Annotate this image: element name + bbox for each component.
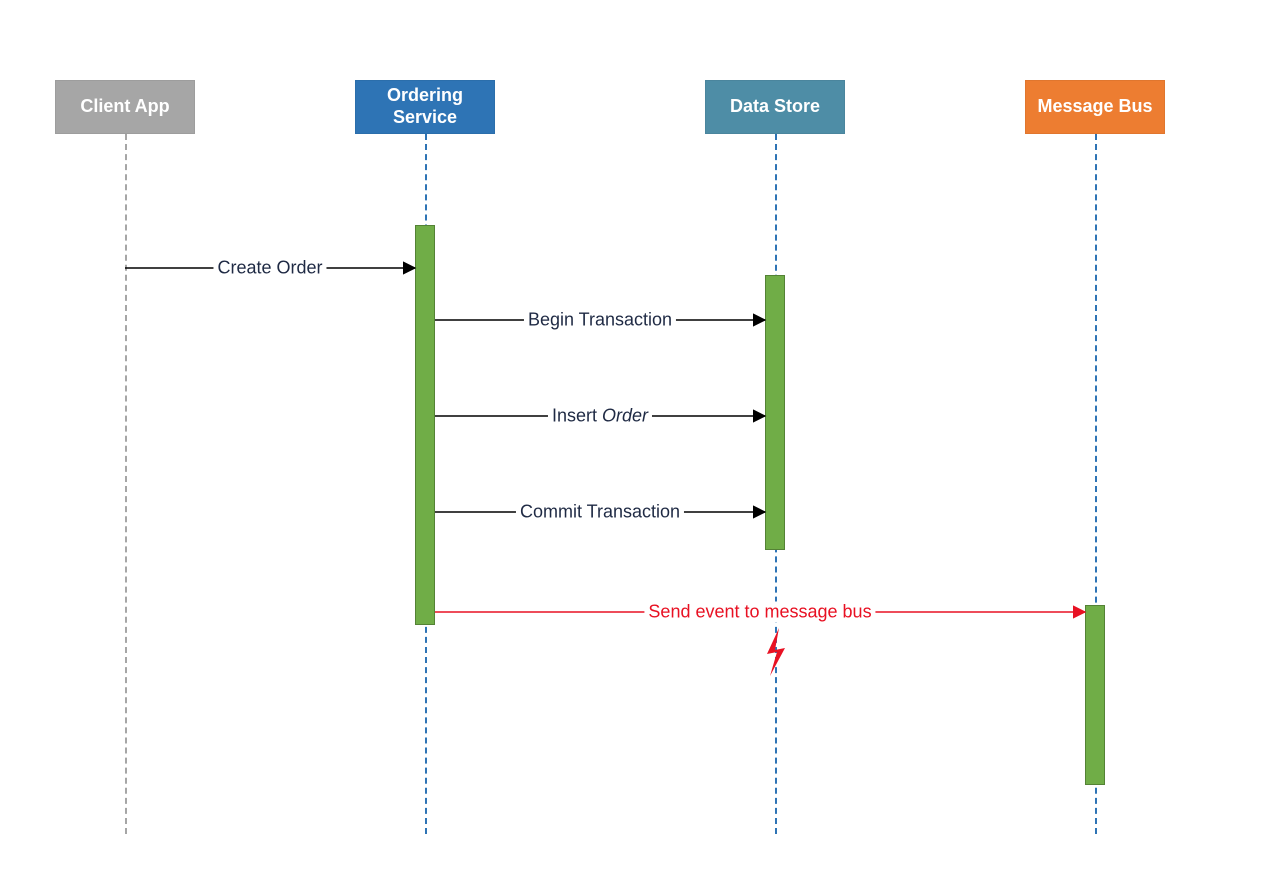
message-text: Commit Transaction (520, 502, 680, 522)
message-text: Send event to message bus (648, 602, 871, 622)
message-text: Create Order (217, 258, 322, 278)
activation-store (765, 275, 785, 550)
message-text-italic: Order (602, 406, 648, 426)
participant-message-bus: Message Bus (1025, 80, 1165, 134)
participant-ordering-service: Ordering Service (355, 80, 495, 134)
message-text: Insert (552, 406, 602, 426)
participant-data-store: Data Store (705, 80, 845, 134)
activation-bus (1085, 605, 1105, 785)
participant-label: Message Bus (1037, 96, 1152, 118)
participant-label: Ordering Service (362, 85, 488, 128)
label-begin-transaction: Begin Transaction (524, 310, 676, 331)
label-insert-order: Insert Order (548, 406, 652, 427)
label-create-order: Create Order (213, 258, 326, 279)
label-send-event: Send event to message bus (644, 602, 875, 623)
participant-client-app: Client App (55, 80, 195, 134)
participant-label: Data Store (730, 96, 820, 118)
message-text: Begin Transaction (528, 310, 672, 330)
lifeline-client (125, 134, 127, 834)
label-commit-transaction: Commit Transaction (516, 502, 684, 523)
activation-ordering (415, 225, 435, 625)
participant-label: Client App (80, 96, 169, 118)
